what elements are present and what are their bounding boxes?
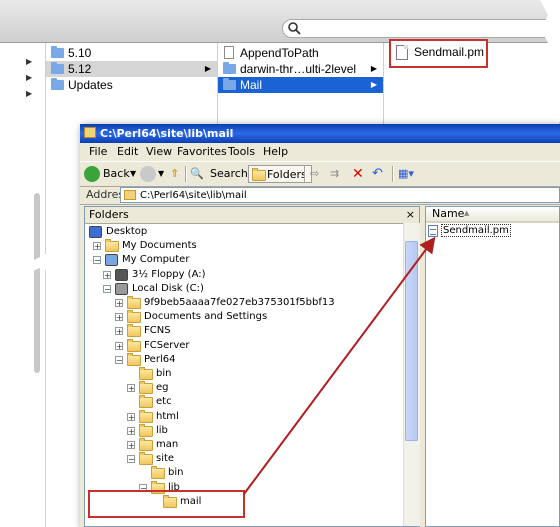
floppy-icon (115, 268, 128, 281)
search-button[interactable]: Search (210, 165, 248, 183)
collapse-icon[interactable]: − (115, 355, 123, 364)
scrollbar-thumb[interactable] (405, 241, 418, 441)
folder-icon (139, 452, 153, 466)
menu-file[interactable]: File (89, 143, 107, 161)
delete-icon[interactable]: ✕ (352, 165, 364, 183)
folders-pane: Folders × Desktop + My Documents − My Comput… (84, 206, 420, 527)
folder-icon (127, 352, 141, 366)
folder-tree: Desktop + My Documents − My Computer +3½ Flop… (85, 223, 403, 526)
folder-icon (105, 239, 119, 253)
tree-item-label: bin (168, 467, 184, 479)
expand-icon[interactable]: + (103, 270, 111, 279)
file-name: Sendmail.pm (441, 224, 511, 237)
collapse-icon[interactable]: − (103, 284, 111, 293)
menu-view[interactable]: View (146, 143, 172, 161)
close-icon[interactable]: × (406, 207, 415, 223)
expand-icon[interactable]: + (127, 412, 135, 421)
separator (304, 166, 306, 182)
back-button[interactable]: Back (103, 165, 130, 183)
tree-item-label: etc (156, 396, 172, 408)
back-dropdown-icon[interactable]: ▼ (130, 165, 136, 183)
folder-icon (127, 338, 141, 352)
folders-pane-title: Folders (89, 208, 129, 221)
toolbar: Back ▼ ▼ ⇑ 🔍 Search Folders ⇨ ⇉ ✕ ↶ ▦▾ (80, 161, 560, 187)
scrollbar[interactable] (403, 223, 420, 526)
title-bar[interactable]: C:\Perl64\site\lib\mail (80, 124, 560, 143)
tree-item-label: site (156, 453, 175, 465)
expand-icon[interactable]: + (93, 242, 101, 251)
name-column-label: Name (432, 207, 465, 220)
tree-item-label: html (156, 410, 179, 422)
folder-icon (139, 438, 153, 451)
expand-icon[interactable]: + (127, 384, 135, 393)
expand-icon[interactable]: + (115, 313, 123, 322)
sort-ascending-icon: ▲ (464, 209, 470, 217)
separator (185, 166, 187, 182)
expand-icon[interactable]: + (115, 299, 123, 308)
desktop-icon (89, 226, 102, 238)
folder-icon (127, 310, 141, 324)
explorer-window: C:\Perl64\site\lib\mail File Edit View F… (80, 124, 560, 527)
undo-icon[interactable]: ↶ (372, 165, 383, 183)
folder-icon (139, 395, 153, 409)
separator (392, 166, 394, 182)
tree-item-label: 3½ Floppy (A:) (132, 268, 206, 280)
menu-help[interactable]: Help (263, 143, 288, 161)
tree-item-label: bin (156, 368, 172, 379)
folders-button-label: Folders (267, 168, 307, 181)
collapse-icon[interactable]: − (93, 256, 101, 265)
expand-icon[interactable]: + (115, 341, 123, 350)
tree-item-label: My Documents (122, 240, 197, 252)
expand-icon[interactable]: + (127, 426, 135, 435)
folder-icon (252, 168, 266, 181)
perl-file-icon (428, 225, 438, 237)
menu-tools[interactable]: Tools (228, 143, 255, 161)
folders-button[interactable]: Folders (248, 165, 312, 183)
move-to-icon[interactable]: ⇨ (310, 165, 319, 183)
tree-item-label: FCNS (144, 325, 171, 337)
disk-icon (115, 282, 128, 295)
folder-icon (127, 324, 141, 338)
tree-item-label: FCServer (144, 339, 190, 351)
menu-bar: File Edit View Favorites Tools Help (80, 143, 560, 161)
tree-item-label: Documents and Settings (144, 311, 268, 323)
address-input[interactable]: C:\Perl64\site\lib\mail (120, 187, 560, 203)
address-bar: Address C:\Perl64\site\lib\mail (80, 186, 560, 205)
forward-dropdown-icon[interactable]: ▼ (158, 165, 164, 183)
folder-icon (139, 381, 153, 395)
up-folder-icon[interactable]: ⇑ (170, 165, 179, 183)
collapse-icon[interactable]: − (127, 455, 135, 464)
folder-icon (139, 367, 153, 380)
folders-pane-header: Folders × (85, 207, 419, 224)
forward-arrow-icon[interactable] (140, 166, 156, 182)
search-icon: 🔍 (190, 167, 204, 180)
tree-item-label: lib (156, 424, 168, 436)
file-list-pane: Name ▲ Sendmail.pm (425, 206, 560, 527)
menu-favorites[interactable]: Favorites (177, 143, 227, 161)
expand-icon[interactable]: + (127, 441, 135, 450)
tree-item-label: Local Disk (C:) (132, 282, 204, 294)
tree-item-label: Desktop (106, 226, 148, 237)
tree-item-label: 9f9beb5aaaa7fe027eb375301f5bbf13 (144, 297, 335, 308)
menu-edit[interactable]: Edit (117, 143, 138, 161)
views-icon[interactable]: ▦▾ (398, 165, 414, 183)
tree-item-label: My Computer (122, 254, 190, 266)
folder-icon (124, 190, 136, 200)
tree-item-label: man (156, 439, 179, 450)
expand-icon[interactable]: + (115, 327, 123, 336)
tree-item-label: Perl64 (144, 353, 176, 365)
folder-icon (139, 423, 153, 437)
folder-icon (139, 409, 153, 423)
highlight-box (88, 490, 245, 518)
window-title: C:\Perl64\site\lib\mail (100, 127, 234, 140)
computer-icon (105, 254, 118, 267)
folder-icon (127, 296, 141, 309)
column-header[interactable]: Name ▲ (426, 207, 559, 223)
tree-item-label: eg (156, 382, 169, 394)
address-value: C:\Perl64\site\lib\mail (140, 190, 247, 201)
folder-icon (151, 466, 165, 480)
back-arrow-icon (84, 166, 100, 182)
copy-to-icon[interactable]: ⇉ (330, 165, 339, 183)
folder-icon (84, 127, 96, 138)
